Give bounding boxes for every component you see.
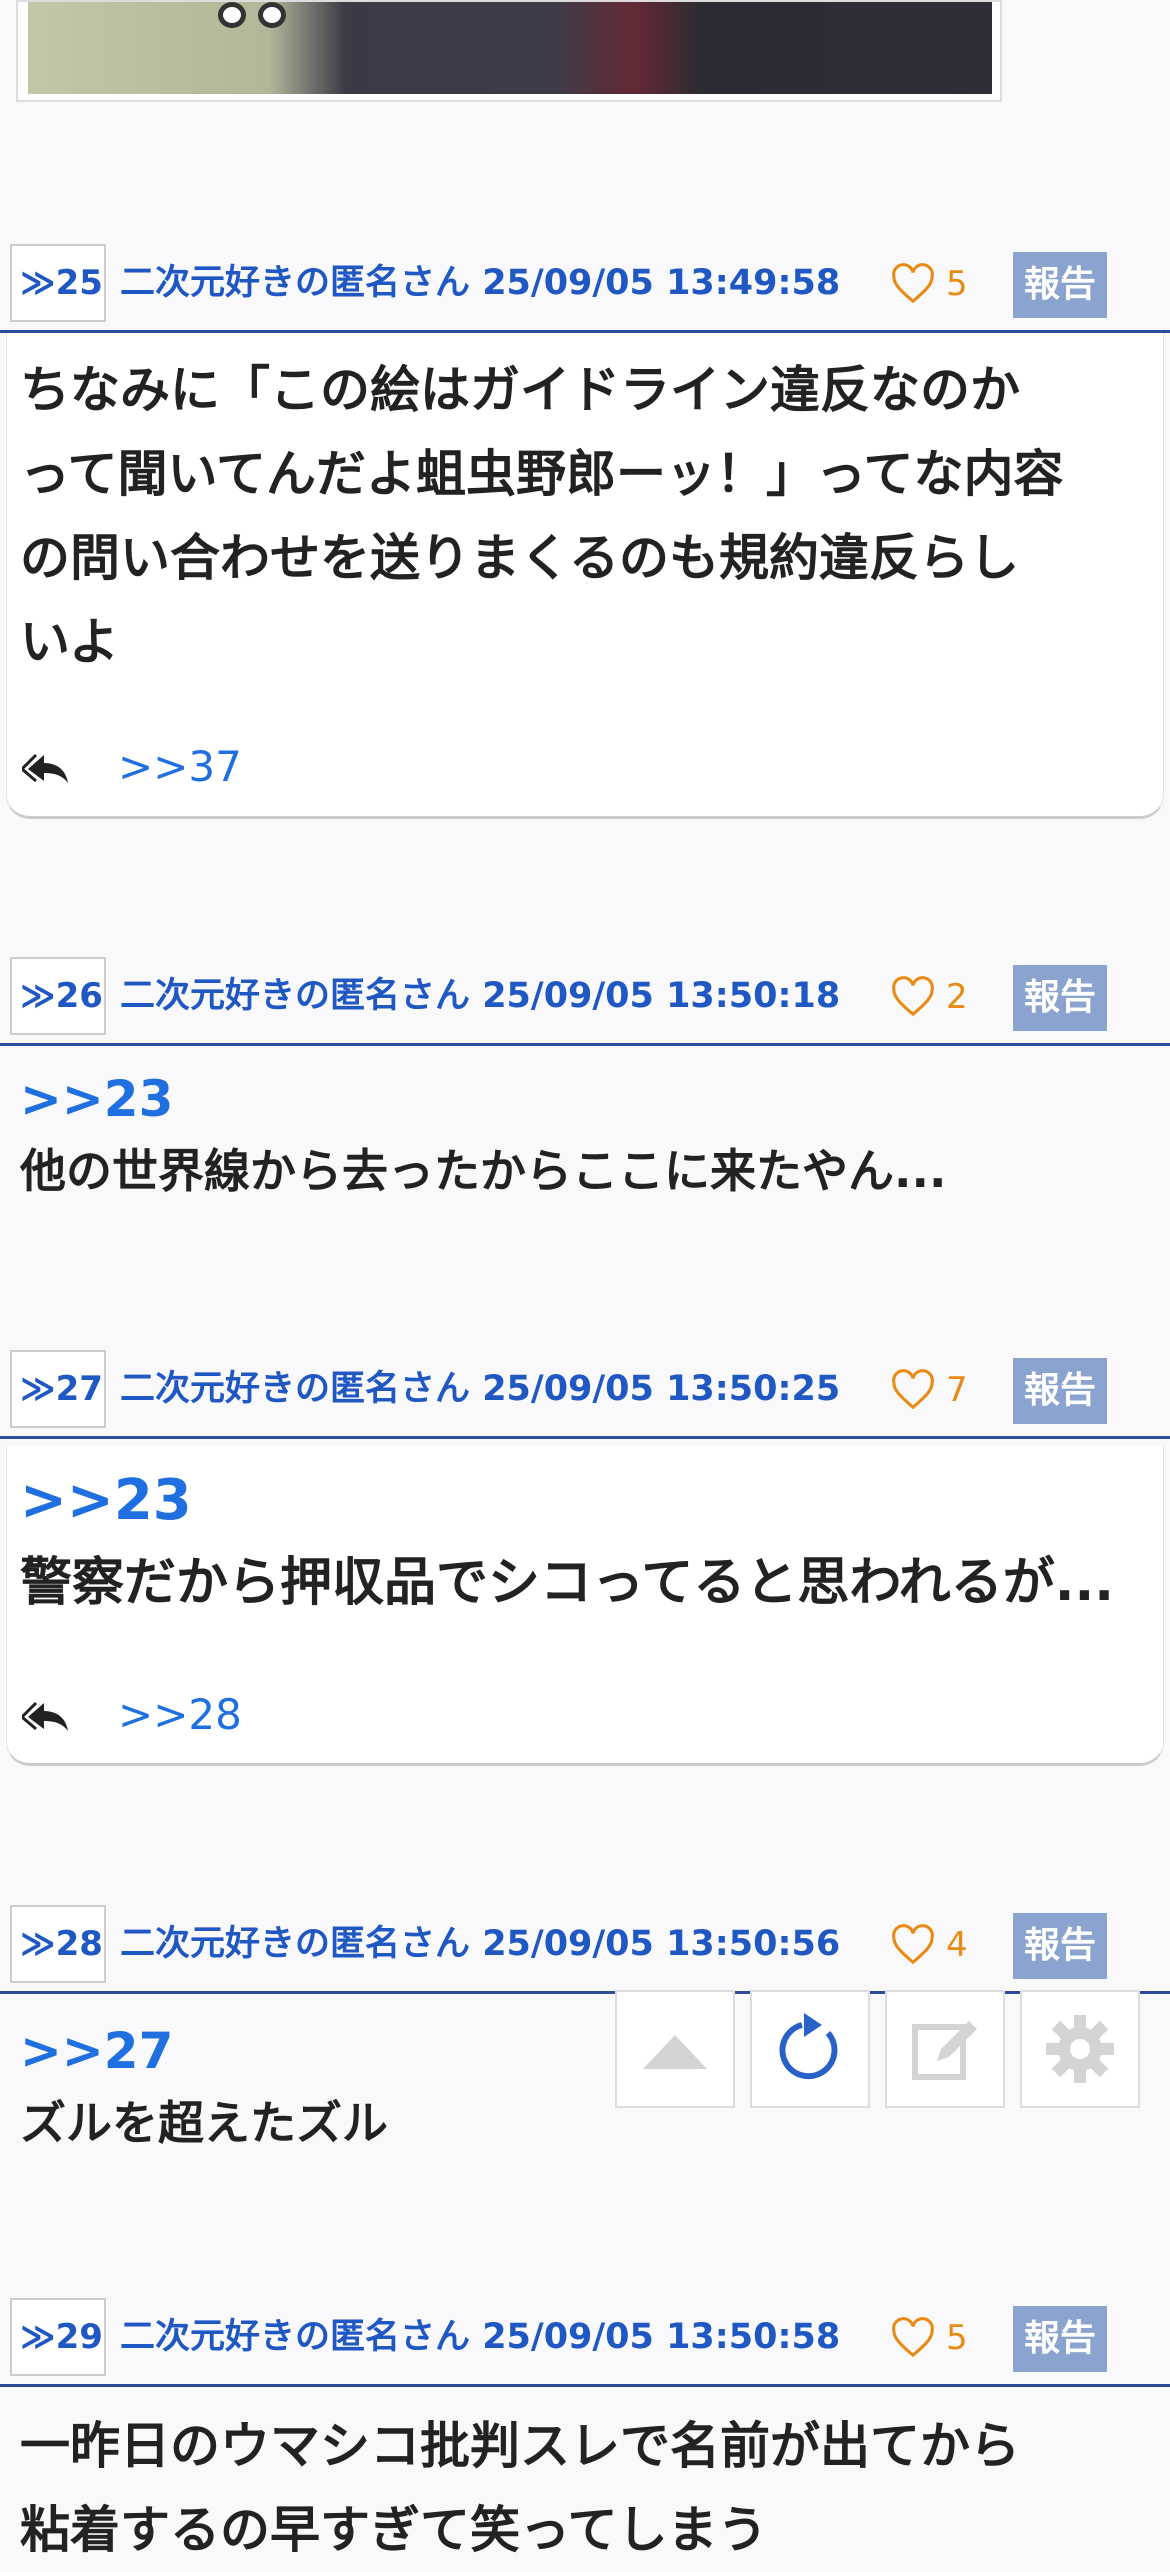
post-meta: 二次元好きの匿名さん 25/09/05 13:50:18 [120,957,840,1035]
report-button[interactable]: 報告 [1013,1358,1107,1424]
refresh-icon [779,2013,838,2080]
triangle-up-icon [643,2035,707,2069]
post-meta: 二次元好きの匿名さん 25/09/05 13:49:58 [120,244,840,322]
post-number[interactable]: ≫26 [10,957,106,1035]
heart-icon [892,976,934,1017]
edit-icon [912,2021,977,2080]
like-button[interactable]: 2 [890,967,968,1027]
reply-link[interactable]: >>37 [118,742,242,791]
post-number[interactable]: ≫28 [10,1905,106,1983]
post-date: 25/09/05 13:50:18 [482,976,841,1016]
author-name: 二次元好きの匿名さん [120,263,471,303]
compose-button[interactable] [885,1990,1005,2108]
scroll-top-button[interactable] [615,1990,735,2108]
post-body: ちなみに「この絵はガイドライン違反なのか って聞いてんだよ蛆虫野郎ーッ！」ってな… [20,348,1064,684]
report-button[interactable]: 報告 [1013,252,1107,318]
like-count: 4 [946,1925,968,1965]
post-text-line: 粘着するの早すぎて笑ってしまう [20,2501,768,2559]
heart-icon [892,1924,934,1965]
post-date: 25/09/05 13:50:58 [482,2317,841,2357]
post-meta: 二次元好きの匿名さん 25/09/05 13:50:25 [120,1350,840,1428]
like-button[interactable]: 5 [890,2308,968,2368]
author-name: 二次元好きの匿名さん [120,2317,471,2357]
reply-row: >>28 [22,1690,242,1739]
post-text-line: の問い合わせを送りまくるのも規約違反らし [20,529,1019,587]
eye-graphic [218,2,246,28]
post-date: 25/09/05 13:50:25 [482,1369,841,1409]
post-body: >>23 他の世界線から去ったからここに来たやん... [20,1063,946,1207]
heart-icon [892,263,934,304]
anchor-link[interactable]: >>27 [20,2015,388,2087]
heart-icon [892,1369,934,1410]
author-name: 二次元好きの匿名さん [120,1369,471,1409]
like-button[interactable]: 5 [890,254,968,314]
gear-icon [1046,2015,1114,2083]
author-name: 二次元好きの匿名さん [120,976,471,1016]
post-body: >>23 警察だから押収品でシコってると思われるが... [20,1460,1114,1624]
post-image[interactable] [16,0,1002,102]
anchor-link[interactable]: >>23 [20,1460,1114,1542]
post-header: ≫29 二次元好きの匿名さん 25/09/05 13:50:58 5 報告 [0,2298,1170,2387]
post-header: ≫26 二次元好きの匿名さん 25/09/05 13:50:18 2 報告 [0,957,1170,1046]
like-count: 5 [946,2318,968,2358]
post-header: ≫27 二次元好きの匿名さん 25/09/05 13:50:25 7 報告 [0,1350,1170,1439]
post-number[interactable]: ≫27 [10,1350,106,1428]
post-text-line: 警察だから押収品でシコってると思われるが... [20,1553,1115,1613]
report-button[interactable]: 報告 [1013,1913,1107,1979]
post-number[interactable]: ≫25 [10,244,106,322]
reply-row: >>37 [22,742,242,791]
post-number[interactable]: ≫29 [10,2298,106,2376]
post-body: >>27 ズルを超えたズル [20,2015,388,2159]
heart-icon [892,2317,934,2358]
post-meta: 二次元好きの匿名さん 25/09/05 13:50:58 [120,2298,840,2376]
reply-link[interactable]: >>28 [118,1690,242,1739]
post-header: ≫25 二次元好きの匿名さん 25/09/05 13:49:58 5 報告 [0,244,1170,333]
like-count: 7 [946,1370,968,1410]
author-name: 二次元好きの匿名さん [120,1924,471,1964]
post-date: 25/09/05 13:49:58 [482,263,841,303]
like-button[interactable]: 4 [890,1915,968,1975]
post-text-line: って聞いてんだよ蛆虫野郎ーッ！」ってな内容 [20,445,1064,503]
post-body: 一昨日のウマシコ批判スレで名前が出てから 粘着するの早すぎて笑ってしまう [20,2404,1020,2572]
report-button[interactable]: 報告 [1013,965,1107,1031]
like-count: 5 [946,264,968,304]
post-text-line: 他の世界線から去ったからここに来たやん... [20,1144,947,1198]
image-content [28,2,992,94]
report-button[interactable]: 報告 [1013,2306,1107,2372]
post-text-line: ズルを超えたズル [20,2096,388,2150]
post-header: ≫28 二次元好きの匿名さん 25/09/05 13:50:56 4 報告 [0,1905,1170,1994]
like-count: 2 [946,977,968,1017]
post-meta: 二次元好きの匿名さん 25/09/05 13:50:56 [120,1905,840,1983]
eye-graphic [258,2,286,28]
reload-button[interactable] [750,1990,870,2108]
post-text-line: 一昨日のウマシコ批判スレで名前が出てから [20,2417,1020,2475]
reply-icon [22,753,68,783]
post-date: 25/09/05 13:50:56 [482,1924,841,1964]
settings-button[interactable] [1020,1990,1140,2108]
reply-icon [22,1701,68,1731]
post-text-line: ちなみに「この絵はガイドライン違反なのか [20,361,1020,419]
anchor-link[interactable]: >>23 [20,1063,946,1135]
like-button[interactable]: 7 [890,1360,968,1420]
post-text-line: いよ [20,613,119,671]
